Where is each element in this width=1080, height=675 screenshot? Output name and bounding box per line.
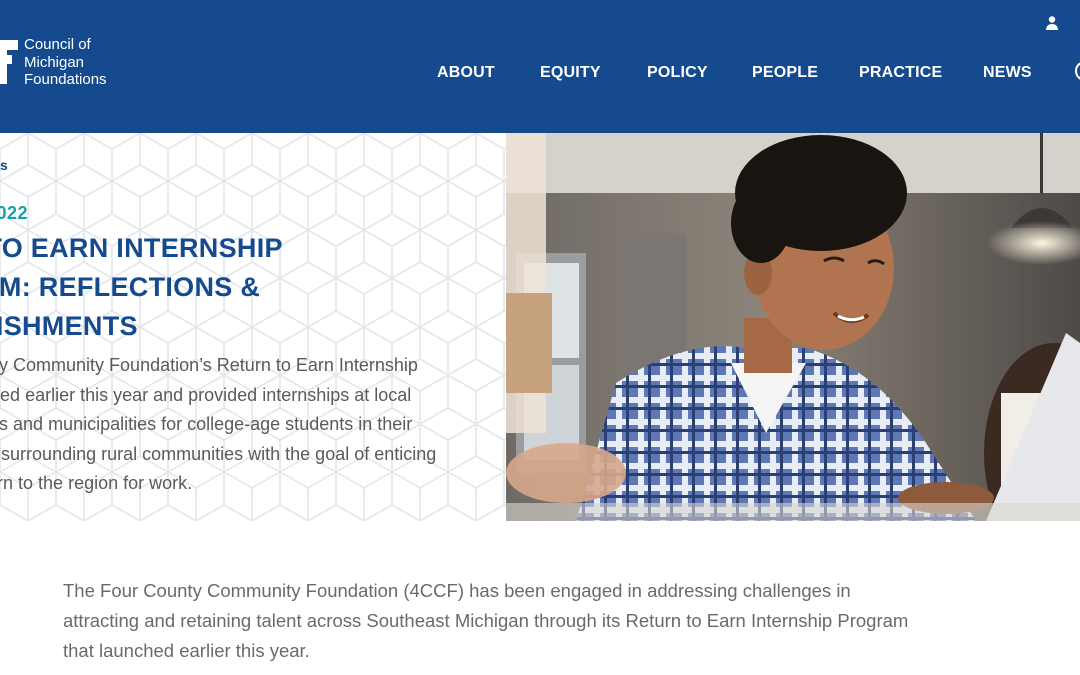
article-line-3: that launched earlier this year. (63, 639, 310, 661)
post-excerpt: County Community Foundation’s Return to … (0, 351, 471, 499)
page-title: RN TO EARN INTERNSHIP GRAM: REFLECTIONS … (0, 229, 428, 346)
excerpt-line-2: aunched earlier this year and provided i… (0, 384, 412, 405)
title-line-3: MPLISHMENTS (0, 311, 138, 341)
post-date: 24, 2022 (0, 203, 29, 223)
logo-mark-icon (0, 40, 18, 84)
article-line-1: The Four County Community Foundation (4C… (63, 580, 851, 601)
nav-item-people[interactable]: PEOPLE (752, 64, 818, 82)
nav-item-equity[interactable]: EQUITY (540, 64, 601, 82)
logo-line-3: Foundations (24, 71, 107, 88)
nav-item-about[interactable]: ABOUT (437, 64, 495, 82)
logo-link[interactable]: Council of Michigan Foundations (0, 36, 140, 92)
logo-text: Council of Michigan Foundations (24, 36, 107, 89)
excerpt-line-1: County Community Foundation’s Return to … (0, 355, 418, 375)
logo-line-2: Michigan (24, 53, 85, 71)
nav-item-news[interactable]: NEWS (983, 64, 1032, 82)
user-icon[interactable] (1044, 15, 1060, 31)
title-line-1: RN TO EARN INTERNSHIP (0, 233, 283, 263)
excerpt-line-4: n and surrounding rural communities with… (0, 443, 437, 464)
search-icon[interactable] (1072, 60, 1080, 86)
hero-photo-illustration (506, 133, 1080, 521)
excerpt-line-5: o return to the region for work. (0, 473, 193, 493)
hero-image (506, 133, 1080, 521)
title-line-2: GRAM: REFLECTIONS & (0, 272, 261, 302)
nav-item-practice[interactable]: PRACTICE (859, 64, 942, 82)
hero-text-panel: s 24, 2022 RN TO EARN INTERNSHIP GRAM: R… (0, 133, 506, 521)
nav-item-policy[interactable]: POLICY (647, 64, 708, 82)
article-line-2: attracting and retaining talent across S… (63, 609, 909, 631)
breadcrumb[interactable]: s (0, 157, 8, 173)
excerpt-line-3: nesses and municipalities for college-ag… (0, 414, 413, 434)
article-body: The Four County Community Foundation (4C… (63, 576, 943, 665)
hero-section: s 24, 2022 RN TO EARN INTERNSHIP GRAM: R… (0, 133, 1080, 521)
logo-line-1: Council of (24, 36, 91, 53)
site-header: Council of Michigan Foundations ABOUT EQ… (0, 0, 1080, 133)
